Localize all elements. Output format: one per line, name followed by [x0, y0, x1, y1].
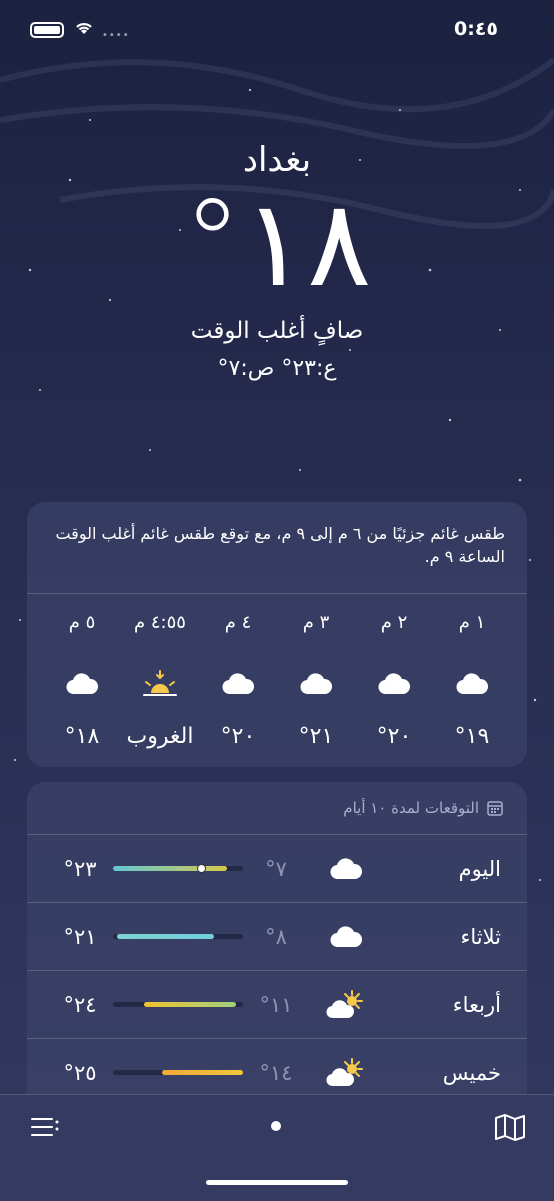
cloud-icon [301, 925, 391, 949]
high-low: ع:٢٣° ص:٧° [217, 356, 337, 381]
partly-sunny-icon [301, 1057, 391, 1088]
daily-forecast-title: التوقعات لمدة ١٠ أيام [343, 799, 479, 817]
hour-value: °٢٠ [376, 724, 412, 749]
temperature-range-bar [113, 934, 243, 939]
hourly-list: ١ م °١٩ ٢ م °٢٠ ٣ م °٢١ ٤ م °٢٠ ٤:٥٥ م الغروب ٥ م °… [37, 612, 517, 762]
day-name: اليوم [458, 856, 501, 881]
cloud-icon [437, 662, 507, 706]
hour-value: °٢١ [298, 724, 334, 749]
daily-forecast-header: التوقعات لمدة ١٠ أيام [27, 782, 527, 835]
hour-column: ٢ م °٢٠ [359, 612, 429, 762]
current-weather: بغداد °١٨ صافٍ أغلب الوقت ع:٢٣° ص:٧° [0, 140, 554, 381]
partly-sunny-icon [301, 989, 391, 1020]
cloud-icon [359, 662, 429, 706]
cloud-icon [301, 857, 391, 881]
day-low-temp: °٧ [265, 856, 287, 881]
hour-column: ٤ م °٢٠ [203, 612, 273, 762]
day-high-temp: °٢٣ [63, 856, 97, 881]
wifi-icon [74, 20, 94, 40]
hour-label: ٤ م [224, 612, 252, 633]
day-high-temp: °٢١ [63, 924, 97, 949]
day-high-temp: °٢٥ [63, 1060, 97, 1085]
temperature-range-fill [113, 866, 228, 871]
hour-value: الغروب [126, 724, 194, 749]
list-icon[interactable] [30, 1115, 60, 1139]
hour-label: ٥ م [68, 612, 96, 633]
hour-column: ٥ م °١٨ [47, 612, 117, 762]
day-row[interactable]: أربعاء °١١ °٢٤ [27, 971, 527, 1039]
status-bar: •••• 0:٤٥ [0, 0, 554, 60]
temperature-range-bar [113, 1070, 243, 1075]
daily-list: اليوم °٧ °٢٣ ثلاثاء °٨ °٢١ أربعاء °١١ °٢٤ خميس °١٤… [27, 835, 527, 1102]
temperature-range-fill [116, 934, 215, 939]
hour-value: °٢٠ [220, 724, 256, 749]
day-name: أربعاء [452, 992, 501, 1017]
day-row[interactable]: خميس °١٤ °٢٥ [27, 1039, 527, 1102]
cloud-icon [47, 662, 117, 706]
city-name: بغداد [242, 140, 312, 180]
hour-label: ١ م [458, 612, 486, 633]
current-temperature: °١٨ [182, 175, 376, 314]
day-low-temp: °١٤ [259, 1060, 293, 1085]
current-temperature-marker [197, 864, 207, 873]
hour-column: ٤:٥٥ م الغروب [125, 612, 195, 762]
hour-column: ١ م °١٩ [437, 612, 507, 762]
hour-value: °١٨ [64, 724, 100, 749]
hour-label: ٢ م [380, 612, 408, 633]
cloud-icon [281, 662, 351, 706]
day-low-temp: °٨ [265, 924, 287, 949]
sunset-icon [125, 662, 195, 706]
hour-label: ٣ م [302, 612, 330, 633]
hour-value: °١٩ [454, 724, 490, 749]
home-indicator[interactable] [206, 1180, 348, 1185]
current-condition: صافٍ أغلب الوقت [190, 318, 364, 344]
hour-label: ٤:٥٥ م [134, 612, 186, 633]
day-name: ثلاثاء [460, 924, 502, 949]
temperature-range-fill [162, 1070, 243, 1075]
page-indicator-dot[interactable] [271, 1121, 281, 1131]
day-high-temp: °٢٤ [63, 992, 97, 1017]
calendar-icon [487, 801, 503, 816]
forecast-summary: طقس غائم جزئيًا من ٦ م إلى ٩ م، مع توقع … [27, 502, 527, 594]
day-row[interactable]: اليوم °٧ °٢٣ [27, 835, 527, 903]
battery-icon [30, 22, 64, 38]
day-row[interactable]: ثلاثاء °٨ °٢١ [27, 903, 527, 971]
temperature-range-bar [113, 864, 243, 873]
temperature-range-bar [113, 1002, 243, 1007]
daily-forecast-card[interactable]: التوقعات لمدة ١٠ أيام اليوم °٧ °٢٣ ثلاثاء °٨… [27, 782, 527, 1102]
cloud-icon [203, 662, 273, 706]
map-icon[interactable] [494, 1113, 526, 1141]
hourly-forecast-card[interactable]: طقس غائم جزئيًا من ٦ م إلى ٩ م، مع توقع … [27, 502, 527, 767]
signal-icon: •••• [102, 30, 130, 41]
hour-column: ٣ م °٢١ [281, 612, 351, 762]
day-low-temp: °١١ [259, 992, 293, 1017]
status-time: 0:٤٥ [453, 18, 498, 40]
day-name: خميس [442, 1060, 501, 1085]
temperature-range-fill [144, 1002, 237, 1007]
